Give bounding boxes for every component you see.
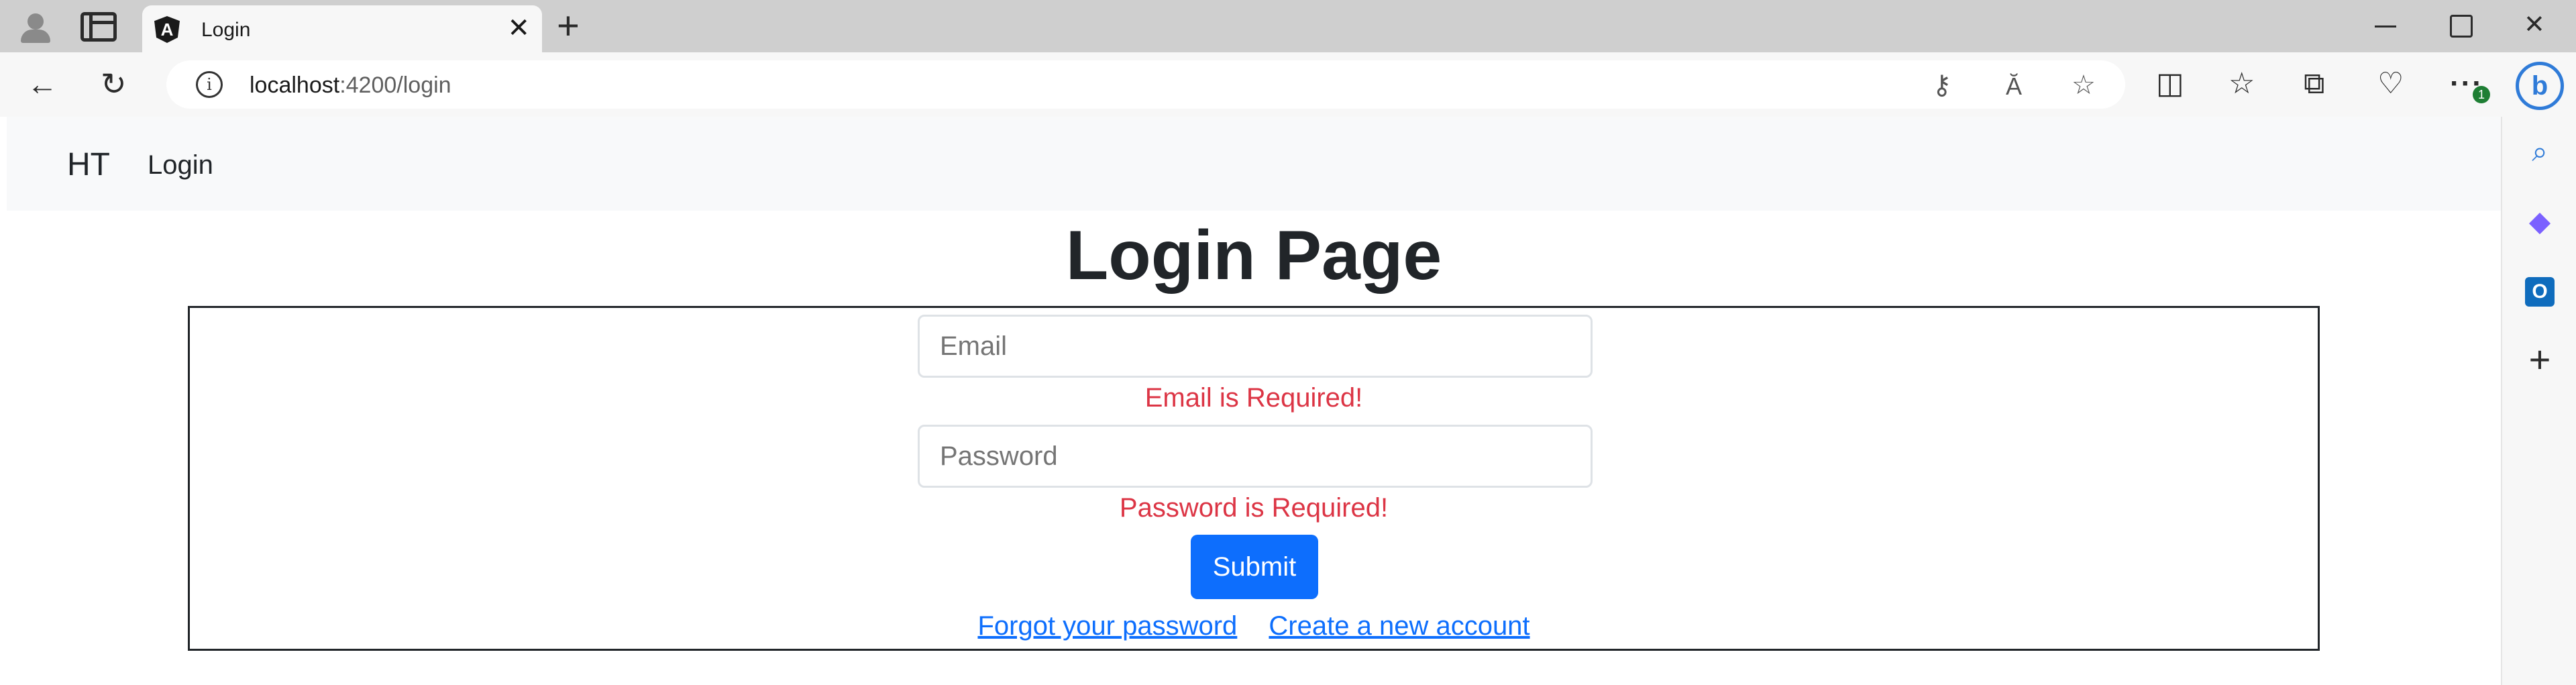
- page-content: HT Login Login Page Email is Required! P…: [0, 117, 2501, 685]
- url-path: :4200/login: [339, 72, 451, 98]
- favorite-star-icon[interactable]: ☆: [2072, 70, 2096, 101]
- sidebar-outlook-icon[interactable]: O: [2502, 272, 2576, 307]
- favorites-icon[interactable]: ☆: [2229, 67, 2255, 101]
- browser-sidebar: ⌕ ◆ O +: [2501, 117, 2576, 685]
- password-input[interactable]: [918, 425, 1593, 488]
- form-links: Forgot your password Create a new accoun…: [190, 611, 2318, 641]
- create-account-link[interactable]: Create a new account: [1269, 611, 1529, 641]
- sidebar-copilot-icon[interactable]: ◆: [2502, 205, 2576, 238]
- collections-icon[interactable]: ⧉: [2304, 67, 2324, 101]
- nav-login-link[interactable]: Login: [148, 150, 213, 180]
- browser-essentials-icon[interactable]: ♡: [2377, 67, 2404, 101]
- site-info-icon[interactable]: i: [196, 71, 223, 98]
- forgot-password-link[interactable]: Forgot your password: [977, 611, 1237, 641]
- email-input[interactable]: [918, 315, 1593, 378]
- close-window-button[interactable]: ✕: [2524, 8, 2545, 42]
- read-aloud-icon[interactable]: Ă: [2006, 72, 2022, 101]
- email-error-message: Email is Required!: [1144, 383, 1363, 413]
- profile-icon[interactable]: [12, 8, 59, 44]
- sidebar-add-icon[interactable]: +: [2502, 341, 2576, 378]
- split-screen-icon[interactable]: ◫: [2156, 67, 2184, 101]
- tab-actions-icon[interactable]: [80, 12, 117, 42]
- navbar: HT Login: [7, 117, 2501, 211]
- new-tab-button[interactable]: +: [557, 7, 580, 46]
- url-host: localhost: [250, 72, 340, 98]
- refresh-icon[interactable]: ↻: [101, 67, 127, 101]
- tab-close-icon[interactable]: ✕: [507, 15, 530, 42]
- bing-copilot-icon[interactable]: b: [2516, 62, 2564, 110]
- notification-badge: 1: [2473, 86, 2490, 103]
- address-bar[interactable]: i localhost:4200/login ⚷ Ă ☆: [166, 60, 2125, 109]
- outlook-glyph: O: [2525, 277, 2555, 307]
- page-title: Login Page: [1065, 217, 1442, 295]
- tab-title: Login: [201, 19, 251, 41]
- password-key-icon[interactable]: ⚷: [1932, 70, 1951, 101]
- tab-login[interactable]: A Login ✕: [142, 5, 542, 52]
- browser-toolbar: ← ↻ i localhost:4200/login ⚷ Ă ☆ ◫ ☆ ⧉ …: [0, 52, 2576, 117]
- restore-button[interactable]: [2450, 15, 2473, 38]
- password-error-message: Password is Required!: [1119, 493, 1389, 523]
- address-url[interactable]: localhost:4200/login: [250, 72, 451, 99]
- login-form: Email is Required! Password is Required!…: [188, 306, 2320, 651]
- tab-strip: A Login ✕ + ✕: [0, 0, 2576, 52]
- angular-favicon-icon: A: [154, 16, 180, 43]
- sidebar-search-icon[interactable]: ⌕: [2502, 136, 2576, 168]
- submit-button[interactable]: Submit: [1191, 535, 1318, 599]
- navbar-brand[interactable]: HT: [67, 146, 110, 183]
- back-icon[interactable]: ←: [27, 67, 58, 101]
